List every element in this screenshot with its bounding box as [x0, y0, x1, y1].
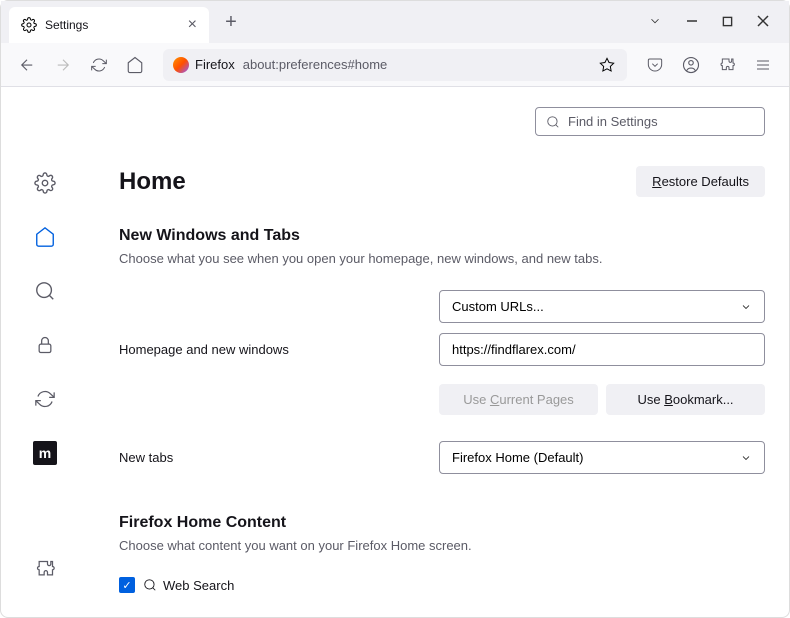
- section-desc-home-content: Choose what content you want on your Fir…: [119, 538, 765, 553]
- search-icon: [546, 115, 560, 129]
- url-text: about:preferences#home: [243, 57, 589, 72]
- use-bookmark-button[interactable]: Use Bookmark...: [606, 384, 765, 415]
- list-tabs-icon[interactable]: [648, 14, 662, 31]
- back-button[interactable]: [11, 49, 43, 81]
- restore-defaults-button[interactable]: Restore Defaults: [636, 166, 765, 197]
- menu-icon[interactable]: [747, 49, 779, 81]
- sidebar-sync[interactable]: [27, 381, 63, 417]
- search-icon: [143, 578, 157, 592]
- pocket-icon[interactable]: [639, 49, 671, 81]
- select-value: Firefox Home (Default): [452, 450, 583, 465]
- section-title-home-content: Firefox Home Content: [119, 514, 765, 532]
- settings-main: Find in Settings Home Restore Defaults N…: [89, 87, 789, 617]
- identity-box: Firefox: [173, 57, 235, 73]
- chevron-down-icon: [740, 301, 752, 313]
- firefox-logo-icon: [173, 57, 189, 73]
- section-desc: Choose what you see when you open your h…: [119, 251, 765, 266]
- bookmark-star-icon[interactable]: [597, 55, 617, 75]
- browser-tab[interactable]: Settings ×: [9, 7, 209, 43]
- forward-button[interactable]: [47, 49, 79, 81]
- gear-icon: [21, 17, 37, 33]
- chevron-down-icon: [740, 452, 752, 464]
- settings-sidebar: m: [1, 87, 89, 617]
- close-window-icon[interactable]: [757, 14, 769, 31]
- websearch-checkbox[interactable]: ✓: [119, 577, 135, 593]
- sidebar-more[interactable]: m: [27, 435, 63, 471]
- sidebar-search[interactable]: [27, 273, 63, 309]
- search-placeholder: Find in Settings: [568, 114, 658, 129]
- account-icon[interactable]: [675, 49, 707, 81]
- reload-button[interactable]: [83, 49, 115, 81]
- tab-bar: Settings × +: [1, 1, 789, 43]
- nav-bar: Firefox about:preferences#home: [1, 43, 789, 87]
- close-tab-icon[interactable]: ×: [188, 16, 197, 34]
- extensions-icon[interactable]: [711, 49, 743, 81]
- home-button[interactable]: [119, 49, 151, 81]
- section-title-windows-tabs: New Windows and Tabs: [119, 227, 765, 245]
- newtabs-select[interactable]: Firefox Home (Default): [439, 441, 765, 474]
- find-settings-input[interactable]: Find in Settings: [535, 107, 765, 136]
- url-bar[interactable]: Firefox about:preferences#home: [163, 49, 627, 81]
- use-current-pages-button[interactable]: Use Current Pages: [439, 384, 598, 415]
- new-tab-button[interactable]: +: [217, 8, 245, 36]
- sidebar-extensions[interactable]: [27, 551, 63, 587]
- homepage-url-input[interactable]: [439, 333, 765, 366]
- homepage-mode-select[interactable]: Custom URLs...: [439, 290, 765, 323]
- sidebar-general[interactable]: [27, 165, 63, 201]
- websearch-label: Web Search: [143, 578, 234, 593]
- minimize-icon[interactable]: [686, 14, 698, 31]
- sidebar-home[interactable]: [27, 219, 63, 255]
- select-value: Custom URLs...: [452, 299, 544, 314]
- m-icon: m: [33, 441, 57, 465]
- homepage-label: Homepage and new windows: [119, 342, 439, 357]
- maximize-icon[interactable]: [722, 14, 733, 31]
- page-title: Home: [119, 168, 186, 196]
- sidebar-privacy[interactable]: [27, 327, 63, 363]
- tab-title: Settings: [45, 18, 88, 32]
- newtabs-label: New tabs: [119, 450, 439, 465]
- identity-label: Firefox: [195, 57, 235, 72]
